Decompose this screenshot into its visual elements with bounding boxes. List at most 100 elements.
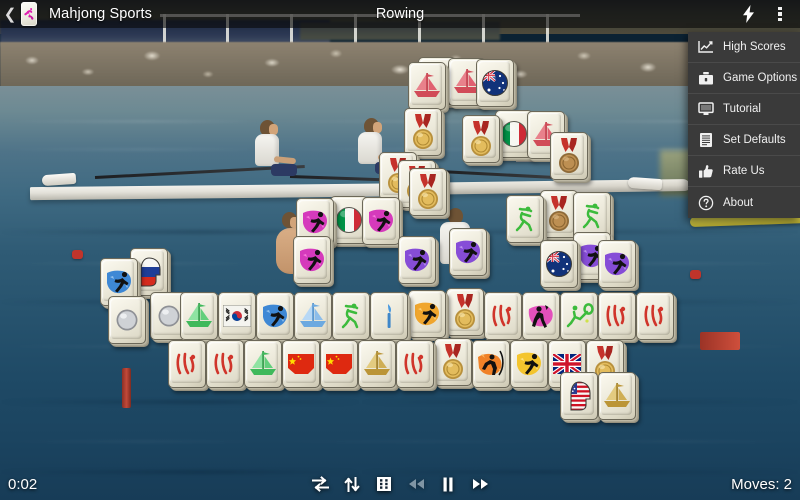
mahjong-tile[interactable] <box>636 292 674 340</box>
mahjong-tile[interactable] <box>370 292 408 340</box>
lightning-bolt-icon[interactable] <box>734 0 762 28</box>
mahjong-tile[interactable] <box>598 240 636 288</box>
menu-item-game-options[interactable]: Game Options <box>688 63 800 94</box>
mahjong-tile[interactable] <box>409 168 447 216</box>
torch-blue-icon <box>374 299 404 333</box>
thumbs-up-icon <box>697 163 714 180</box>
back-chevron-icon[interactable]: ❮ <box>0 0 20 28</box>
fast-forward-button[interactable] <box>470 474 490 494</box>
shuffle-button[interactable] <box>310 474 330 494</box>
medal-gold-icon <box>450 294 480 329</box>
tennis-green-icon <box>564 299 594 333</box>
mahjong-tile[interactable] <box>168 340 206 388</box>
sailboat-blue-icon <box>298 299 328 333</box>
rewind-button[interactable] <box>406 474 426 494</box>
top-app-bar: ❮ Mahjong Sports Rowing <box>0 0 800 28</box>
athlete-purple-icon <box>602 247 632 281</box>
app-icon <box>21 2 37 26</box>
mahjong-tile[interactable] <box>293 236 331 284</box>
flag-south-korea-icon <box>222 299 252 333</box>
mahjong-tile[interactable] <box>206 340 244 388</box>
kebab-menu-icon[interactable] <box>766 0 794 28</box>
mahjong-tile[interactable] <box>398 236 436 284</box>
athlete-blue-icon <box>260 299 290 333</box>
menu-item-rate-us[interactable]: Rate Us <box>688 156 800 187</box>
athlete-purple-icon <box>402 243 432 277</box>
mahjong-tile[interactable] <box>550 132 588 180</box>
menu-item-high-scores[interactable]: High Scores <box>688 32 800 63</box>
mahjong-tile[interactable] <box>598 372 636 420</box>
mahjong-tile[interactable] <box>244 340 282 388</box>
mahjong-tile[interactable] <box>476 59 514 107</box>
medal-silver-icon <box>112 303 142 337</box>
mahjong-tile[interactable] <box>560 292 598 340</box>
mahjong-tile[interactable] <box>560 372 598 420</box>
medal-bronze-icon <box>544 196 574 231</box>
mahjong-tile[interactable] <box>358 340 396 388</box>
flag-usa-icon <box>564 379 594 413</box>
mahjong-tile[interactable] <box>510 340 548 388</box>
board-layout-button[interactable] <box>374 474 394 494</box>
mahjong-tile[interactable] <box>598 292 636 340</box>
menu-item-label: Rate Us <box>723 165 765 177</box>
flag-australia-icon <box>480 66 510 100</box>
swap-vertical-button[interactable] <box>342 474 362 494</box>
mahjong-tile[interactable] <box>108 296 146 344</box>
mahjong-tile[interactable] <box>408 62 446 110</box>
menu-item-label: Game Options <box>723 72 798 84</box>
menu-item-label: Tutorial <box>723 103 761 115</box>
athlete-orange-icon <box>412 297 442 331</box>
athlete-red-icon <box>640 299 670 333</box>
line-chart-icon <box>697 39 714 56</box>
athlete-magenta-torch-icon <box>526 299 556 333</box>
sailboat-gold-icon <box>602 379 632 413</box>
athlete-magenta-icon <box>366 204 396 238</box>
flag-australia-icon <box>544 247 574 281</box>
mahjong-tile[interactable] <box>434 338 472 386</box>
menu-item-label: High Scores <box>723 41 786 53</box>
mahjong-board[interactable] <box>0 0 800 500</box>
briefcase-icon <box>697 70 714 87</box>
document-lines-icon <box>697 132 714 149</box>
mahjong-tile[interactable] <box>484 292 522 340</box>
mahjong-tile[interactable] <box>449 228 487 276</box>
mahjong-tile[interactable] <box>320 340 358 388</box>
medal-gold-icon <box>466 121 496 156</box>
flag-china-icon <box>324 347 354 381</box>
mahjong-tile[interactable] <box>218 292 256 340</box>
mahjong-tile[interactable] <box>404 108 442 156</box>
menu-item-set-defaults[interactable]: Set Defaults <box>688 125 800 156</box>
mahjong-tile[interactable] <box>396 340 434 388</box>
pause-button[interactable] <box>438 474 458 494</box>
mahjong-tile[interactable] <box>408 290 446 338</box>
mahjong-tile[interactable] <box>540 240 578 288</box>
mahjong-tile[interactable] <box>294 292 332 340</box>
menu-item-label: About <box>723 196 754 209</box>
athlete-purple-icon <box>453 235 483 269</box>
mahjong-tile[interactable] <box>472 340 510 388</box>
overflow-menu[interactable]: High Scores Game Options Tutorial Set De… <box>688 32 800 218</box>
mahjong-tile[interactable] <box>282 340 320 388</box>
mahjong-tile[interactable] <box>332 292 370 340</box>
athlete-yellow-icon <box>514 347 544 381</box>
mahjong-tile[interactable] <box>462 115 500 163</box>
sailboat-green-icon <box>184 299 214 333</box>
flag-italy-icon <box>334 203 364 237</box>
mahjong-tile[interactable] <box>256 292 294 340</box>
medal-bronze-icon <box>554 138 584 173</box>
flag-italy-icon <box>499 117 529 151</box>
mahjong-tile[interactable] <box>362 197 400 245</box>
bottom-controls <box>0 468 800 500</box>
medal-gold-icon <box>413 174 443 209</box>
menu-item-tutorial[interactable]: Tutorial <box>688 94 800 125</box>
sailboat-green-icon <box>248 347 278 381</box>
athlete-red-icon <box>210 347 240 381</box>
athlete-red-icon <box>400 347 430 381</box>
mahjong-tile[interactable] <box>522 292 560 340</box>
menu-item-about[interactable]: About <box>688 187 800 218</box>
mahjong-tile[interactable] <box>506 195 544 243</box>
athlete-magenta-icon <box>297 243 327 277</box>
mahjong-tile[interactable] <box>446 288 484 336</box>
game-screen: 5 <box>0 0 800 500</box>
mahjong-tile[interactable] <box>180 292 218 340</box>
